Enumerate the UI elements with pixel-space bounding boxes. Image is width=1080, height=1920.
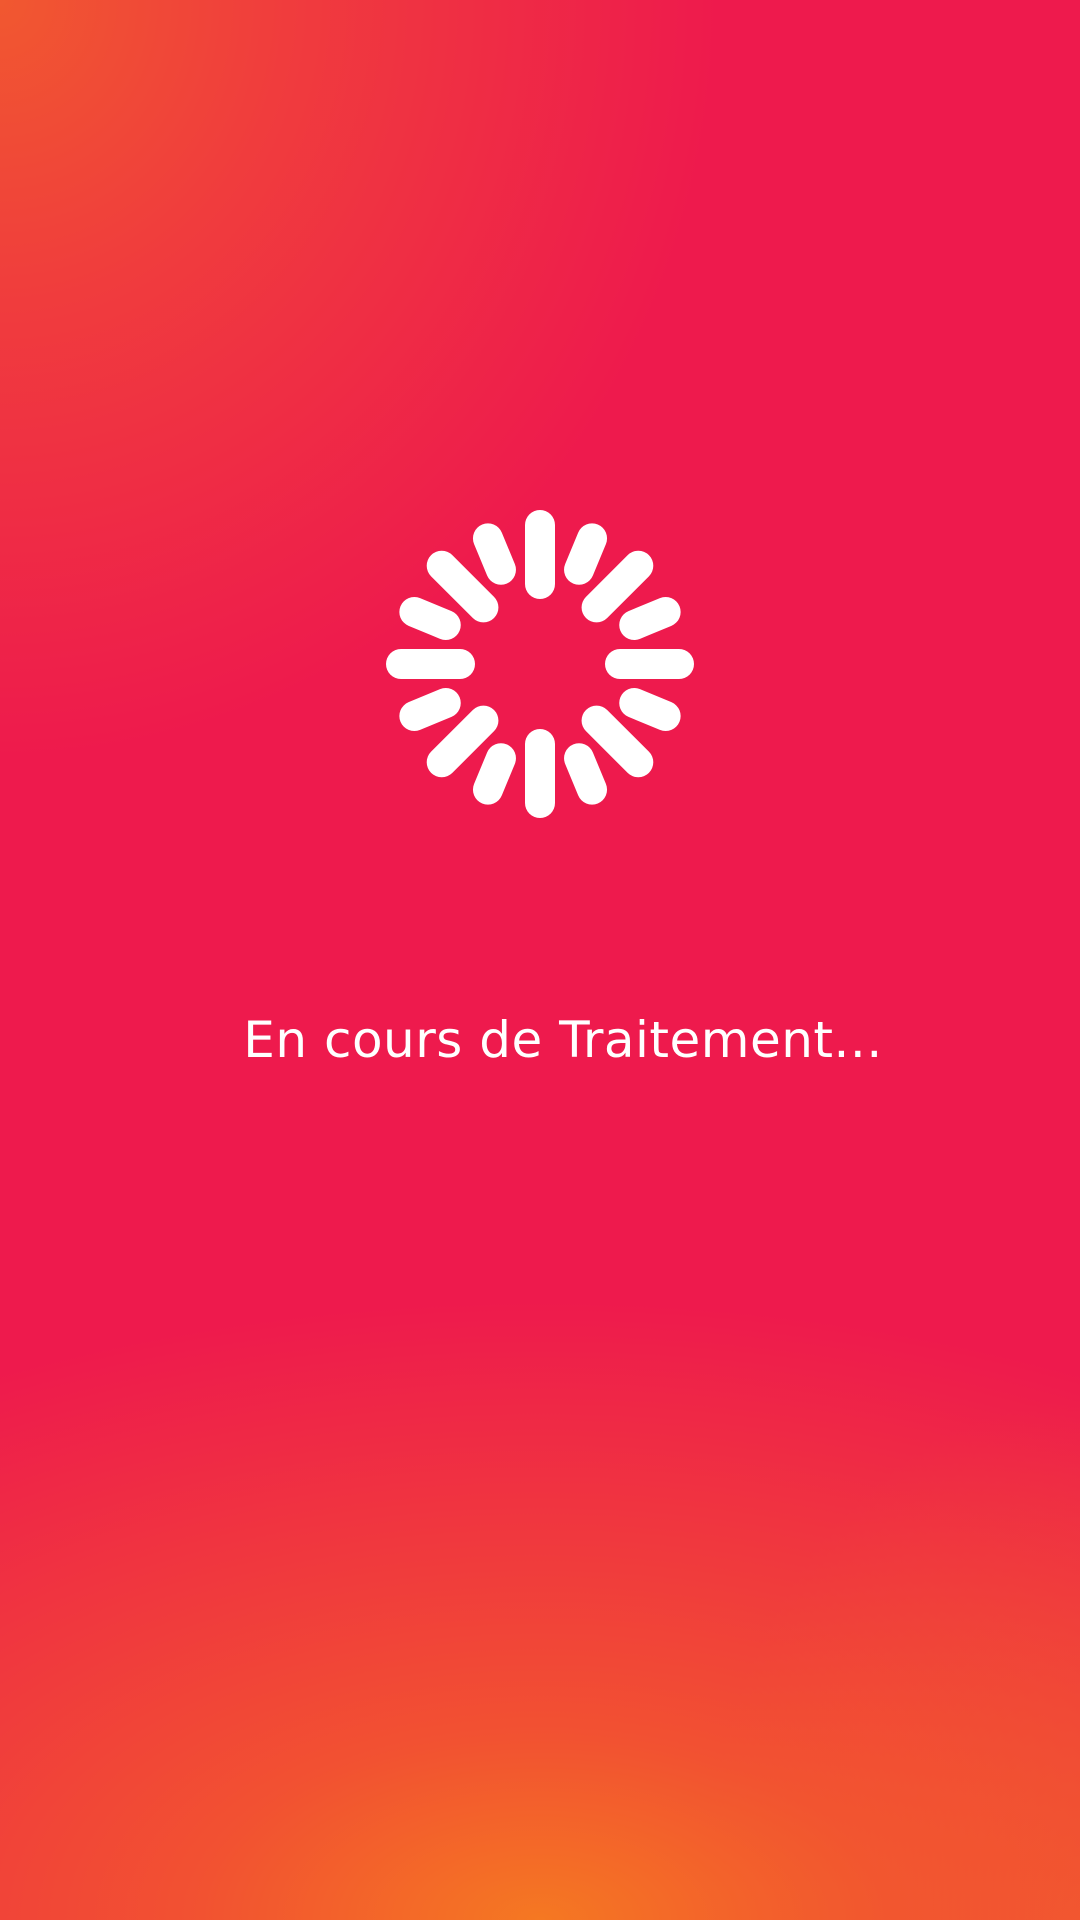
spinner-spoke: [564, 743, 608, 805]
spinner-spoke: [426, 550, 499, 623]
loading-spinner: [370, 494, 710, 834]
spinner-spoke: [472, 743, 516, 805]
loading-spinner-icon: [386, 510, 694, 818]
spinner-spoke: [399, 688, 461, 732]
spinner-spoke: [619, 688, 681, 732]
spinner-spoke: [581, 705, 654, 778]
spinner-spoke: [426, 705, 499, 778]
spinner-spoke: [619, 596, 681, 640]
processing-status-text: En cours de Traitement...: [243, 1011, 883, 1069]
spinner-spoke: [472, 523, 516, 585]
spinner-spoke: [581, 550, 654, 623]
spinner-spoke: [399, 596, 461, 640]
gradient-background: [0, 0, 1080, 1920]
spinner-spoke: [564, 523, 608, 585]
